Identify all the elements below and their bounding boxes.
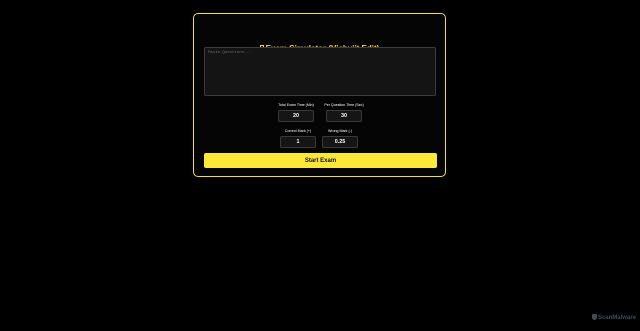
watermark: ScanMalware xyxy=(591,314,636,321)
correct-mark-input[interactable] xyxy=(280,136,316,148)
per-question-time-label: Per Question Time (Sec) xyxy=(324,103,364,107)
wrong-mark-label: Wrong Mark (-) xyxy=(327,129,353,133)
shield-icon xyxy=(591,314,597,320)
per-question-time-input[interactable] xyxy=(326,110,362,122)
start-exam-button[interactable]: Start Exam xyxy=(204,153,437,168)
per-question-time-field: Per Question Time (Sec) xyxy=(320,103,368,122)
wrong-mark-field: Wrong Mark (-) xyxy=(322,129,358,148)
exam-setup-card: Exam Simulator (Vishvjit Edit) Total Exa… xyxy=(193,13,446,177)
total-time-field: Total Exam Time (Min) xyxy=(274,103,318,122)
correct-mark-field: Correct Mark (+) xyxy=(280,129,316,148)
total-time-label: Total Exam Time (Min) xyxy=(278,103,314,107)
questions-input[interactable] xyxy=(204,47,436,96)
correct-mark-label: Correct Mark (+) xyxy=(284,129,312,133)
watermark-text: ScanMalware xyxy=(597,315,636,321)
wrong-mark-input[interactable] xyxy=(322,136,358,148)
total-time-input[interactable] xyxy=(278,110,314,122)
